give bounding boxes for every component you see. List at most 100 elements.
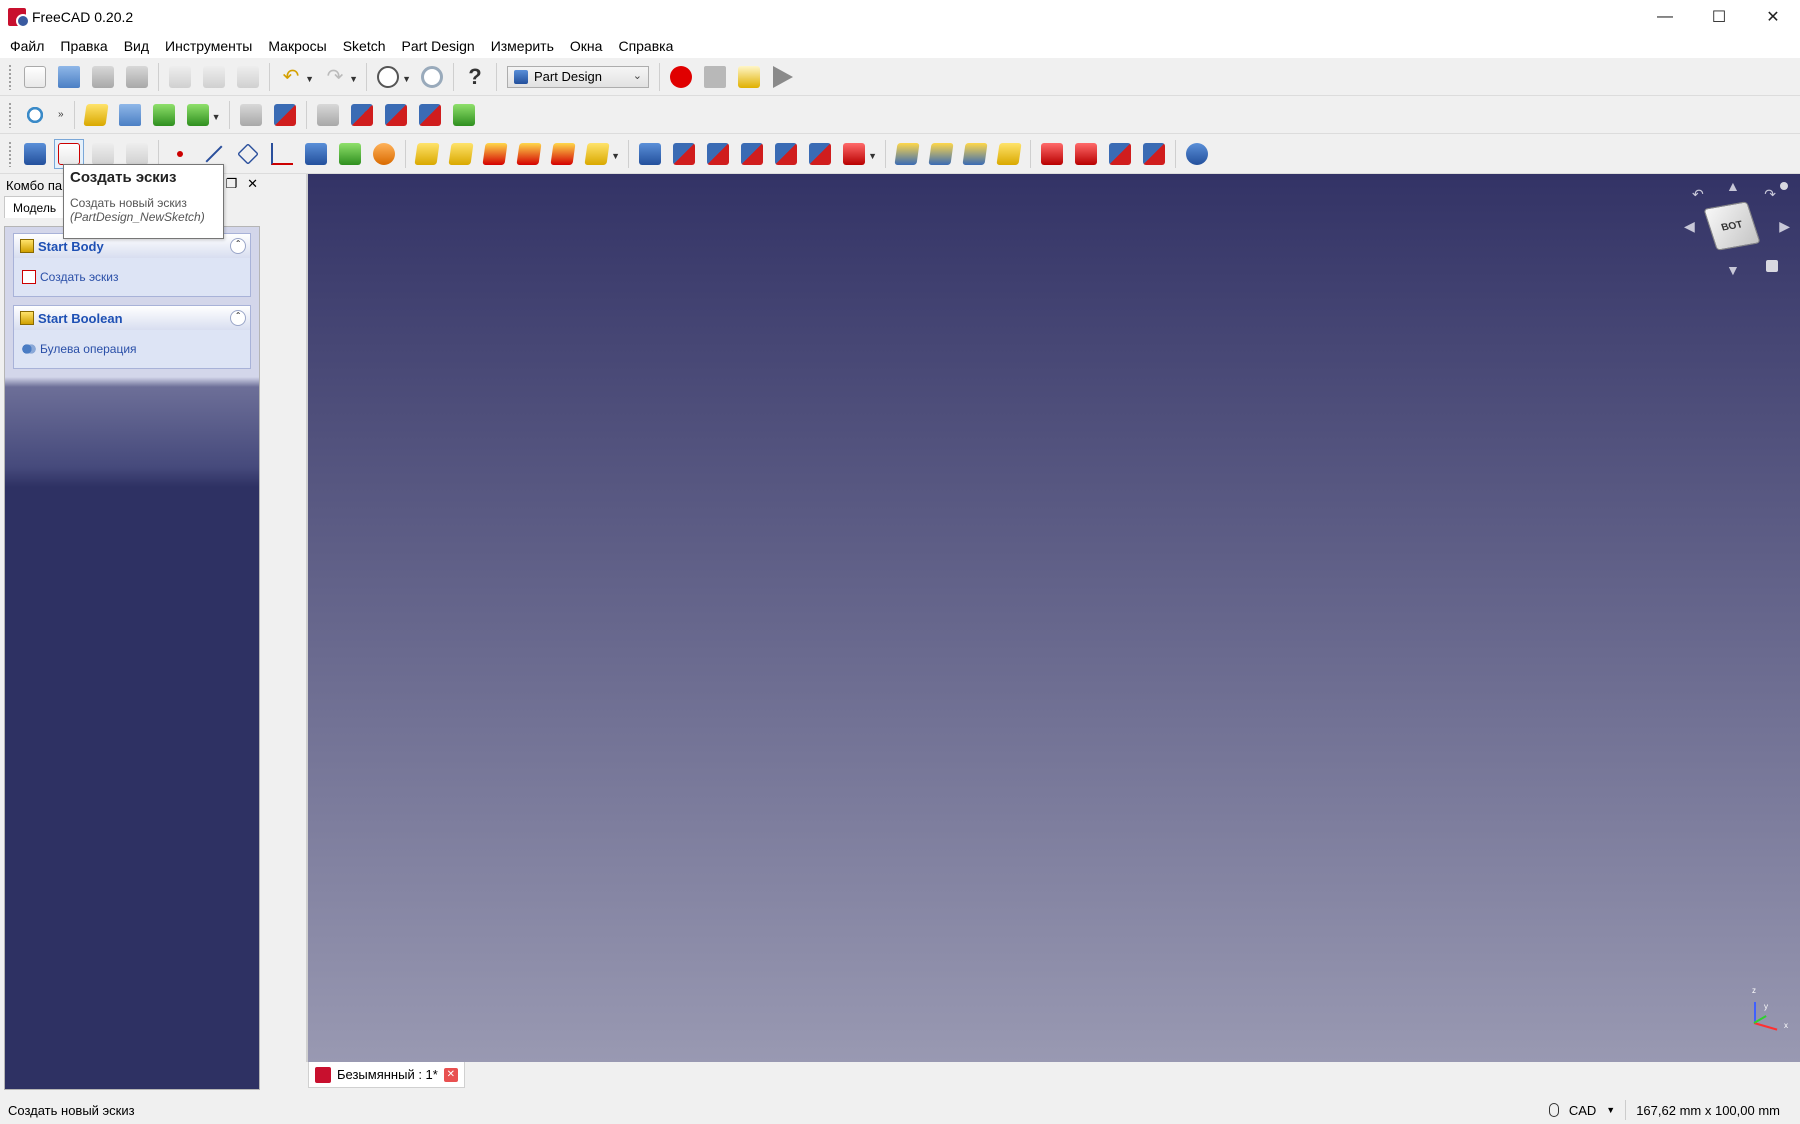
create-group-button[interactable]: [115, 100, 145, 130]
record-macro-button[interactable]: [666, 62, 696, 92]
menu-edit[interactable]: Правка: [52, 34, 115, 58]
additive-loft-button[interactable]: [480, 139, 510, 169]
redo-button[interactable]: ↷ ▼: [320, 62, 358, 92]
menu-macros[interactable]: Макросы: [260, 34, 334, 58]
close-panel-icon[interactable]: ✕: [247, 176, 258, 192]
measure-clear-button[interactable]: [347, 100, 377, 130]
copy-button[interactable]: [199, 62, 229, 92]
subtractive-primitive-button[interactable]: ▼: [839, 139, 877, 169]
recompute-button[interactable]: [417, 62, 447, 92]
right-arrow-icon[interactable]: ▶: [1779, 218, 1790, 235]
make-link-button[interactable]: [149, 100, 179, 130]
dropdown-arrow-icon[interactable]: ▼: [305, 74, 314, 84]
mirrored-button[interactable]: [892, 139, 922, 169]
link-actions-button[interactable]: ▼: [183, 100, 221, 130]
thickness-button[interactable]: [1139, 139, 1169, 169]
additive-primitive-button[interactable]: ▼: [582, 139, 620, 169]
subtractive-helix-button[interactable]: [805, 139, 835, 169]
minimize-icon[interactable]: —: [1638, 0, 1692, 34]
toolbar-grip[interactable]: [8, 63, 12, 90]
up-arrow-icon[interactable]: ▲: [1726, 178, 1740, 194]
collapse-icon[interactable]: ˆ: [230, 238, 246, 254]
linear-pattern-button[interactable]: [926, 139, 956, 169]
menu-windows[interactable]: Окна: [562, 34, 611, 58]
view-menu-icon[interactable]: [1766, 260, 1778, 272]
workbench-selector[interactable]: Part Design ⌄: [507, 65, 649, 88]
chamfer-button[interactable]: [1071, 139, 1101, 169]
multi-transform-button[interactable]: [994, 139, 1024, 169]
toolbar-grip[interactable]: [8, 101, 12, 128]
menu-sketch[interactable]: Sketch: [335, 34, 394, 58]
print-button[interactable]: [122, 62, 152, 92]
create-sketch-link[interactable]: Создать эскиз: [14, 258, 250, 296]
document-tab[interactable]: Безымянный : 1* ✕: [308, 1062, 465, 1088]
subtractive-loft-button[interactable]: [737, 139, 767, 169]
boolean-operation-link[interactable]: Булева операция: [14, 330, 250, 368]
edit-macro-button[interactable]: [734, 62, 764, 92]
navcube-face[interactable]: ВОТ: [1703, 201, 1761, 251]
down-arrow-icon[interactable]: ▼: [1726, 262, 1740, 278]
3d-viewport[interactable]: ↶ ▲ ↷ ◀ ▶ ▼ ВОТ z y x: [306, 174, 1800, 1062]
dropdown-arrow-icon[interactable]: ▼: [868, 151, 877, 161]
undo-button[interactable]: ↶ ▼: [276, 62, 314, 92]
measure-angular-button[interactable]: [270, 100, 300, 130]
fillet-button[interactable]: [1037, 139, 1067, 169]
toolbar-grip[interactable]: [8, 140, 12, 167]
close-tab-icon[interactable]: ✕: [443, 1067, 458, 1082]
close-icon[interactable]: ✕: [1746, 0, 1800, 34]
hole-button[interactable]: [669, 139, 699, 169]
menu-tools[interactable]: Инструменты: [157, 34, 260, 58]
menu-measure[interactable]: Измерить: [483, 34, 562, 58]
paste-button[interactable]: [233, 62, 263, 92]
maximize-icon[interactable]: ☐: [1692, 0, 1746, 34]
datum-plane-button[interactable]: [233, 139, 263, 169]
pocket-button[interactable]: [635, 139, 665, 169]
boolean-button[interactable]: [1182, 139, 1212, 169]
chevron-down-icon[interactable]: ▼: [1606, 1105, 1615, 1115]
tab-model[interactable]: Модель: [4, 196, 66, 218]
stop-macro-button[interactable]: [700, 62, 730, 92]
dropdown-arrow-icon[interactable]: ▼: [212, 112, 221, 122]
revolution-button[interactable]: [446, 139, 476, 169]
subtractive-pipe-button[interactable]: [771, 139, 801, 169]
pad-button[interactable]: [412, 139, 442, 169]
menu-help[interactable]: Справка: [610, 34, 681, 58]
local-cs-button[interactable]: [267, 139, 297, 169]
dropdown-arrow-icon[interactable]: ▼: [349, 74, 358, 84]
measure-refresh-button[interactable]: [313, 100, 343, 130]
polar-pattern-button[interactable]: [960, 139, 990, 169]
dropdown-arrow-icon[interactable]: ▼: [402, 74, 411, 84]
measure-toggle-all-button[interactable]: [381, 100, 411, 130]
cut-button[interactable]: [165, 62, 195, 92]
shape-binder-button[interactable]: [301, 139, 331, 169]
measure-toggle-delta-button[interactable]: [449, 100, 479, 130]
navigation-style[interactable]: CAD: [1569, 1103, 1596, 1118]
whats-this-button[interactable]: ?: [460, 62, 490, 92]
additive-pipe-button[interactable]: [514, 139, 544, 169]
collapse-icon[interactable]: ˆ: [230, 310, 246, 326]
draft-button[interactable]: [1105, 139, 1135, 169]
create-body-button[interactable]: [20, 139, 50, 169]
float-panel-icon[interactable]: ❐: [225, 176, 237, 192]
toolbar-overflow-icon[interactable]: »: [58, 109, 64, 120]
new-file-button[interactable]: [20, 62, 50, 92]
measure-toggle-3d-button[interactable]: [415, 100, 445, 130]
menu-view[interactable]: Вид: [116, 34, 157, 58]
menu-part-design[interactable]: Part Design: [394, 34, 483, 58]
left-arrow-icon[interactable]: ◀: [1684, 218, 1695, 235]
rotate-left-arrow-icon[interactable]: ↶: [1692, 186, 1704, 203]
subshape-binder-button[interactable]: [335, 139, 365, 169]
menu-file[interactable]: Файл: [2, 34, 52, 58]
create-part-button[interactable]: [81, 100, 111, 130]
fit-all-button[interactable]: [20, 100, 50, 130]
dropdown-arrow-icon[interactable]: ▼: [611, 151, 620, 161]
rotate-right-arrow-icon[interactable]: ↷: [1764, 186, 1776, 203]
refresh-options-button[interactable]: ▼: [373, 62, 411, 92]
groove-button[interactable]: [703, 139, 733, 169]
additive-helix-button[interactable]: [548, 139, 578, 169]
measure-distance-button[interactable]: [236, 100, 266, 130]
run-macro-button[interactable]: [768, 62, 798, 92]
navcube-menu-icon[interactable]: [1780, 182, 1788, 190]
navigation-cube[interactable]: ↶ ▲ ↷ ◀ ▶ ▼ ВОТ: [1684, 178, 1790, 280]
save-button[interactable]: [88, 62, 118, 92]
